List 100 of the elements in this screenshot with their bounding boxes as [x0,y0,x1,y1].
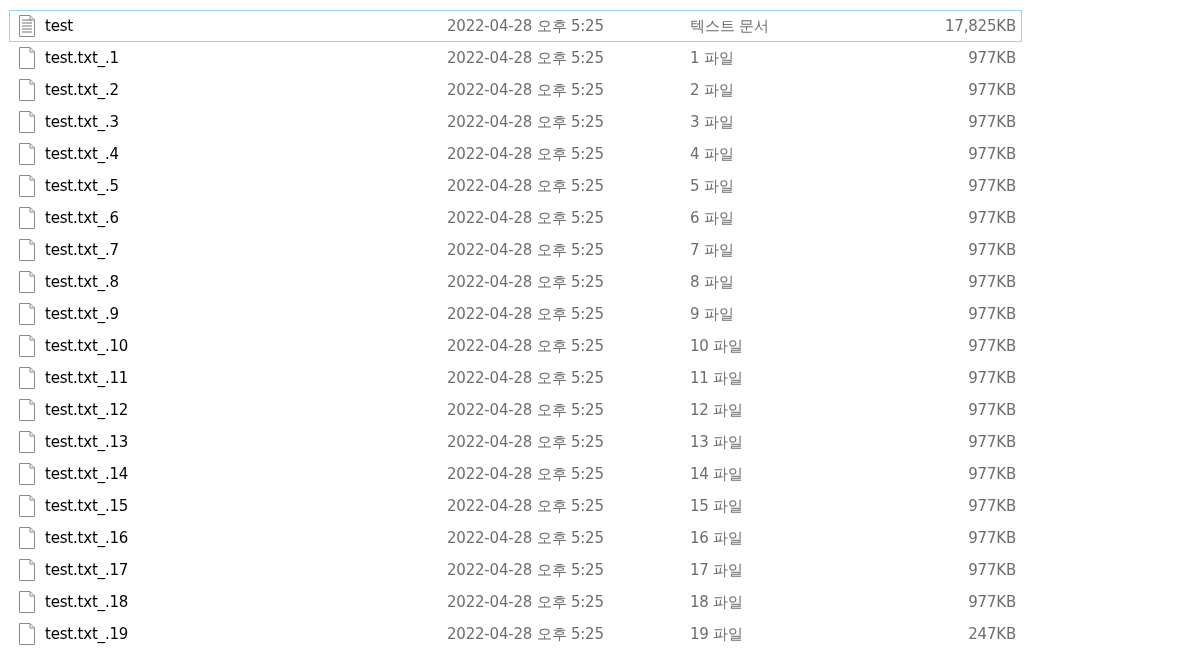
file-size: 977KB [967,432,1017,452]
file-row[interactable]: test 2022-04-28 오후 5:25 텍스트 문서 17,825KB [9,10,1022,42]
text-document-icon [18,15,36,37]
file-size: 977KB [967,336,1017,356]
file-type: 1 파일 [690,48,735,68]
file-size: 977KB [967,272,1017,292]
file-type: 텍스트 문서 [690,16,770,36]
file-size: 247KB [967,624,1017,644]
file-row[interactable]: test.txt_.18 2022-04-28 오후 5:25 18 파일 977KB [9,586,1022,618]
file-icon [18,207,36,229]
file-type: 14 파일 [690,464,744,484]
file-date: 2022-04-28 오후 5:25 [447,464,605,484]
file-type: 19 파일 [690,624,744,644]
file-name: test.txt_.16 [45,528,130,548]
file-name: test.txt_.10 [45,336,130,356]
file-name: test.txt_.5 [45,176,120,196]
file-date: 2022-04-28 오후 5:25 [447,240,605,260]
file-icon [18,623,36,645]
file-date: 2022-04-28 오후 5:25 [447,592,605,612]
file-row[interactable]: test.txt_.13 2022-04-28 오후 5:25 13 파일 977KB [9,426,1022,458]
file-size: 17,825KB [944,16,1017,36]
file-date: 2022-04-28 오후 5:25 [447,400,605,420]
file-name: test.txt_.17 [45,560,130,580]
file-size: 977KB [967,176,1017,196]
file-row[interactable]: test.txt_.2 2022-04-28 오후 5:25 2 파일 977KB [9,74,1022,106]
file-type: 17 파일 [690,560,744,580]
file-name: test.txt_.15 [45,496,130,516]
file-size: 977KB [967,496,1017,516]
file-type: 3 파일 [690,112,735,132]
file-type: 7 파일 [690,240,735,260]
file-date: 2022-04-28 오후 5:25 [447,368,605,388]
file-name: test [45,16,74,36]
file-type: 12 파일 [690,400,744,420]
file-row[interactable]: test.txt_.19 2022-04-28 오후 5:25 19 파일 247KB [9,618,1022,650]
file-type: 4 파일 [690,144,735,164]
file-name: test.txt_.7 [45,240,120,260]
file-type: 18 파일 [690,592,744,612]
file-row[interactable]: test.txt_.1 2022-04-28 오후 5:25 1 파일 977KB [9,42,1022,74]
file-icon [18,271,36,293]
file-icon [18,79,36,101]
file-row[interactable]: test.txt_.4 2022-04-28 오후 5:25 4 파일 977KB [9,138,1022,170]
file-icon [18,367,36,389]
file-size: 977KB [967,48,1017,68]
file-row[interactable]: test.txt_.6 2022-04-28 오후 5:25 6 파일 977KB [9,202,1022,234]
file-date: 2022-04-28 오후 5:25 [447,112,605,132]
file-row[interactable]: test.txt_.7 2022-04-28 오후 5:25 7 파일 977KB [9,234,1022,266]
file-name: test.txt_.4 [45,144,120,164]
file-type: 16 파일 [690,528,744,548]
file-date: 2022-04-28 오후 5:25 [447,16,605,36]
file-date: 2022-04-28 오후 5:25 [447,432,605,452]
file-name: test.txt_.8 [45,272,120,292]
file-date: 2022-04-28 오후 5:25 [447,304,605,324]
file-date: 2022-04-28 오후 5:25 [447,528,605,548]
file-row[interactable]: test.txt_.16 2022-04-28 오후 5:25 16 파일 977KB [9,522,1022,554]
file-icon [18,143,36,165]
file-row[interactable]: test.txt_.12 2022-04-28 오후 5:25 12 파일 977KB [9,394,1022,426]
file-size: 977KB [967,240,1017,260]
file-name: test.txt_.1 [45,48,120,68]
file-row[interactable]: test.txt_.10 2022-04-28 오후 5:25 10 파일 977KB [9,330,1022,362]
file-type: 6 파일 [690,208,735,228]
file-type: 8 파일 [690,272,735,292]
file-icon [18,399,36,421]
file-icon [18,175,36,197]
file-row[interactable]: test.txt_.8 2022-04-28 오후 5:25 8 파일 977KB [9,266,1022,298]
file-icon [18,591,36,613]
file-date: 2022-04-28 오후 5:25 [447,496,605,516]
file-row[interactable]: test.txt_.14 2022-04-28 오후 5:25 14 파일 977KB [9,458,1022,490]
file-icon [18,303,36,325]
file-size: 977KB [967,368,1017,388]
file-name: test.txt_.2 [45,80,120,100]
file-row[interactable]: test.txt_.9 2022-04-28 오후 5:25 9 파일 977KB [9,298,1022,330]
file-name: test.txt_.19 [45,624,130,644]
file-size: 977KB [967,592,1017,612]
file-date: 2022-04-28 오후 5:25 [447,272,605,292]
file-type: 15 파일 [690,496,744,516]
file-type: 9 파일 [690,304,735,324]
file-size: 977KB [967,400,1017,420]
file-size: 977KB [967,464,1017,484]
file-icon [18,239,36,261]
file-type: 13 파일 [690,432,744,452]
file-row[interactable]: test.txt_.3 2022-04-28 오후 5:25 3 파일 977KB [9,106,1022,138]
file-icon [18,47,36,69]
file-date: 2022-04-28 오후 5:25 [447,80,605,100]
file-name: test.txt_.11 [45,368,130,388]
file-name: test.txt_.3 [45,112,120,132]
file-date: 2022-04-28 오후 5:25 [447,624,605,644]
file-size: 977KB [967,528,1017,548]
file-row[interactable]: test.txt_.5 2022-04-28 오후 5:25 5 파일 977KB [9,170,1022,202]
file-size: 977KB [967,144,1017,164]
file-type: 11 파일 [690,368,744,388]
file-size: 977KB [967,560,1017,580]
file-row[interactable]: test.txt_.17 2022-04-28 오후 5:25 17 파일 977KB [9,554,1022,586]
file-type: 5 파일 [690,176,735,196]
file-name: test.txt_.13 [45,432,130,452]
file-name: test.txt_.6 [45,208,120,228]
file-icon [18,559,36,581]
file-row[interactable]: test.txt_.11 2022-04-28 오후 5:25 11 파일 977KB [9,362,1022,394]
file-date: 2022-04-28 오후 5:25 [447,144,605,164]
file-row[interactable]: test.txt_.15 2022-04-28 오후 5:25 15 파일 977KB [9,490,1022,522]
file-icon [18,431,36,453]
